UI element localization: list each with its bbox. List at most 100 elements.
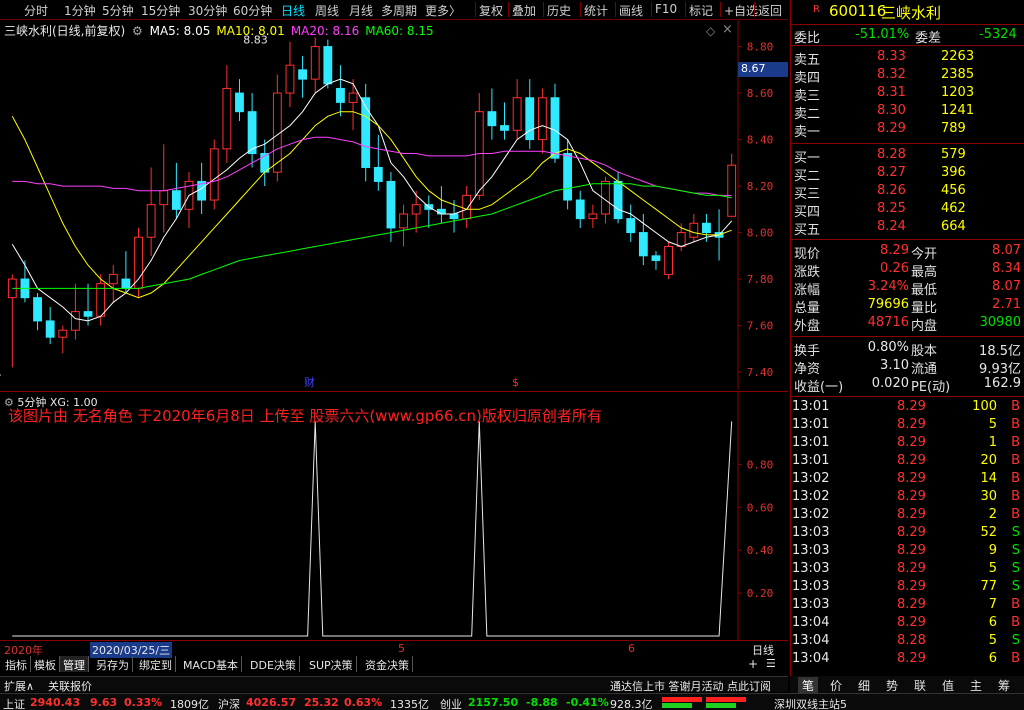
bid-price: 8.26 (877, 183, 906, 198)
tick-row: 13:03 8.29 77 S (791, 578, 1024, 596)
bid-price: 8.27 (877, 165, 906, 180)
ask-row-2[interactable]: 卖三 8.31 1203 (791, 84, 1024, 104)
toolbar-button-3[interactable]: 统计 (584, 2, 608, 19)
period-tab-8[interactable]: 月线 (349, 2, 373, 19)
toolbar-button-7[interactable]: +自选 (724, 2, 758, 19)
candle-body-54 (689, 222, 699, 238)
candle-18 (235, 79, 244, 121)
quote-tab-6[interactable]: 主 (966, 677, 986, 694)
period-tab-7[interactable]: 周线 (315, 2, 339, 19)
sh-name: 上证 (3, 698, 25, 710)
toolbar-button-4[interactable]: 画线 (619, 2, 643, 19)
tick-price: 8.29 (897, 489, 926, 504)
bid-row-2[interactable]: 买三 8.26 456 (791, 182, 1024, 202)
quote-tab-5[interactable]: 值 (938, 677, 958, 694)
candle-32 (411, 190, 421, 233)
gear-icon[interactable]: ⚙ (132, 24, 143, 38)
indicator-tab-4[interactable]: 绑定到 (136, 656, 176, 672)
toolbar-button-5[interactable]: F10 (655, 2, 677, 16)
quote-tab-4[interactable]: 联 (910, 677, 930, 694)
candle-body-43 (550, 97, 560, 159)
server-name[interactable]: 深圳双线主站5 (774, 696, 847, 710)
indicator-tab-6[interactable]: DDE决策 (247, 656, 300, 672)
ask-vol: 2385 (941, 67, 975, 82)
toolbar-button-0[interactable]: 复权 (479, 2, 503, 19)
candlestick-chart[interactable]: 8.808.608.408.208.007.807.607.408.83←7.4… (0, 20, 788, 390)
ask-row-0[interactable]: 卖五 8.33 2263 (791, 48, 1024, 68)
period-tab-0[interactable]: 分时 (24, 2, 48, 19)
candle-body-44 (563, 153, 573, 201)
related-quote-button[interactable]: 关联报价 (48, 678, 92, 694)
current-price-tag: 8.67 (738, 62, 788, 77)
indicator-tab-5[interactable]: MACD基本 (180, 656, 242, 672)
expand-button[interactable]: 扩展∧ (4, 678, 34, 694)
toolbar-button-1[interactable]: 叠加 (512, 2, 536, 19)
bid-row-3[interactable]: 买四 8.25 462 (791, 200, 1024, 220)
period-tab-6[interactable]: 日线 (281, 2, 305, 19)
indicator-tab-1[interactable]: 模板 (31, 656, 60, 672)
candle-39 (500, 102, 509, 140)
candle-body-46 (588, 213, 598, 220)
quote-tab-1[interactable]: 价 (826, 677, 846, 694)
quote-tab-0[interactable]: 笔 (798, 677, 819, 694)
menu-icon[interactable]: ☰ (766, 657, 776, 670)
period-tab-2[interactable]: 5分钟 (102, 2, 134, 19)
tick-vol: 20 (980, 453, 997, 468)
candle-body-53 (676, 232, 686, 248)
ma-label-3: MA60: 8.15 (365, 24, 434, 38)
period-tab-9[interactable]: 多周期 (381, 2, 417, 19)
tick-price: 8.29 (897, 615, 926, 630)
candle-30 (386, 172, 396, 242)
toolbar-button-8[interactable]: 返回 (758, 2, 782, 19)
tick-price: 8.29 (897, 579, 926, 594)
indicator-tab-0[interactable]: 指标 (2, 656, 31, 672)
period-tab-4[interactable]: 30分钟 (188, 2, 227, 19)
diamond-icon[interactable]: ◇ (706, 24, 715, 38)
toolbar-button-2[interactable]: 历史 (547, 2, 571, 19)
candle-42 (537, 88, 547, 154)
tick-vol: 1 (988, 435, 997, 450)
candle-33 (424, 195, 434, 228)
quote-tab-2[interactable]: 细 (854, 677, 874, 694)
period-tab-1[interactable]: 1分钟 (64, 2, 96, 19)
badge-r: R (813, 4, 820, 15)
indicator-tab-8[interactable]: 资金决策 (362, 656, 413, 672)
bid-row-0[interactable]: 买一 8.28 579 (791, 146, 1024, 166)
ask-row-3[interactable]: 卖二 8.30 1241 (791, 102, 1024, 122)
ask-row-1[interactable]: 卖四 8.32 2385 (791, 66, 1024, 86)
candle-16 (209, 139, 219, 210)
close-icon[interactable]: × (722, 22, 733, 37)
tick-side: S (1011, 543, 1020, 558)
tick-side: S (1011, 579, 1020, 594)
period-tab-5[interactable]: 60分钟 (233, 2, 272, 19)
quote-tab-3[interactable]: 势 (882, 677, 902, 694)
candle-body-19 (247, 111, 257, 155)
candle-8 (108, 265, 118, 303)
add-icon[interactable]: + (748, 657, 758, 671)
toolbar-button-6[interactable]: 标记 (689, 2, 713, 19)
period-tab-3[interactable]: 15分钟 (141, 2, 180, 19)
stat-row-1: 涨跌 0.26 最高 8.34 (791, 260, 1024, 280)
ask-row-4[interactable]: 卖一 8.29 789 (791, 120, 1024, 140)
promo-link[interactable]: 通达信上市 答谢月活动 点此订阅 (610, 678, 771, 694)
period-tab-10[interactable]: 更多〉 (425, 2, 461, 19)
weibi-row: 委比 -51.01% 委差 -5324 (791, 26, 1024, 46)
candle-54 (689, 213, 699, 242)
indicator-chart[interactable]: 0.80 0.60 0.40 0.20 (0, 392, 788, 640)
candle-40 (512, 79, 522, 140)
indicator-tab-2[interactable]: 管理 (60, 656, 89, 672)
candle-body-38 (487, 111, 497, 127)
weibi-label: 委比 (794, 31, 821, 46)
quote-tab-7[interactable]: 筹 (994, 677, 1014, 694)
candle-27 (348, 79, 358, 131)
bid-row-4[interactable]: 买五 8.24 664 (791, 218, 1024, 238)
indicator-tab-3[interactable]: 另存为 (93, 656, 133, 672)
x-month-2: 6 (628, 642, 635, 655)
tick-time: 13:01 (792, 435, 830, 450)
indicator-tab-7[interactable]: SUP决策 (306, 656, 357, 672)
bid-row-1[interactable]: 买二 8.27 396 (791, 164, 1024, 184)
xg-line (12, 421, 733, 637)
candle-body-8 (108, 273, 118, 285)
period-toolbar: 分时 1分钟 5分钟 15分钟 30分钟 60分钟 日线 周线 月线 多周期 更多〉 复权 叠加 历史 统计… (0, 0, 788, 20)
candle-31 (399, 204, 408, 247)
